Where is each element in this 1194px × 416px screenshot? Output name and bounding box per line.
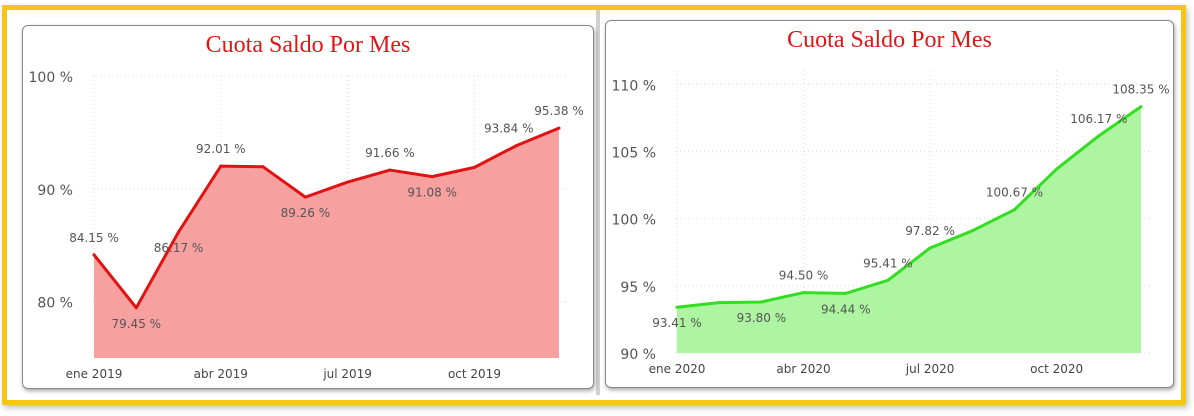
data-label: 94.44 % [821,302,871,316]
data-point [388,168,392,172]
data-label: 84.15 % [69,231,119,245]
x-tick-label: ene 2020 [649,362,706,376]
data-point [134,306,138,310]
data-point [717,301,721,305]
x-tick-label: oct 2020 [1030,362,1083,376]
data-label: 79.45 % [111,317,161,331]
data-point [1055,167,1059,171]
data-point [928,246,932,250]
data-label: 93.80 % [737,311,787,325]
data-point [1139,105,1143,109]
y-tick-label: 80 % [37,296,73,312]
data-label: 91.66 % [365,146,415,160]
data-point [515,143,519,147]
area-chart-2020: 90 % 95 % 100 % 105 % 110 % ene 2020 abr 2020 j… [612,71,1170,376]
data-label: 93.41 % [652,316,702,330]
data-point [1012,208,1016,212]
x-tick-label: abr 2019 [194,367,248,381]
data-label: 91.08 % [407,186,457,200]
data-label: 86.17 % [154,241,204,255]
data-point [303,195,307,199]
data-point [844,291,848,295]
x-tick-label: jul 2020 [905,362,955,376]
data-label: 89.26 % [281,206,331,220]
data-label: 100.67 % [986,186,1043,200]
data-point [219,164,223,168]
y-tick-label: 105 % [612,146,656,162]
y-tick-label: 100 % [29,70,73,86]
data-point [177,230,181,234]
chart-card-2019: Cuota Saldo Por Mes 80 % 90 % 100 % ene 201… [22,25,594,389]
data-point [92,253,96,257]
data-label: 93.84 % [484,121,534,135]
data-point [886,278,890,282]
data-point [346,180,350,184]
data-label: 97.82 % [905,224,955,238]
y-tick-label: 90 % [620,347,656,363]
data-point [970,229,974,233]
y-tick-label: 95 % [620,280,656,296]
data-point [261,165,265,169]
chart-card-2020: Cuota Saldo Por Mes 90 % 95 % 100 % 105 % 11… [605,20,1174,388]
data-label: 95.41 % [863,256,913,270]
y-tick-label: 100 % [612,213,656,229]
x-tick-label: abr 2020 [776,362,830,376]
data-point [1097,134,1101,138]
y-tick-label: 90 % [37,183,73,199]
data-point [675,305,679,309]
data-point [802,291,806,295]
data-label: 92.01 % [196,142,246,156]
y-tick-label: 110 % [612,78,656,94]
data-label: 95.38 % [534,104,584,118]
x-tick-label: oct 2019 [448,367,501,381]
data-label: 108.35 % [1112,83,1169,97]
area-chart-2019: 80 % 90 % 100 % ene 2019 abr 2019 jul 2019 oct… [29,70,584,381]
data-point [430,175,434,179]
data-point [759,300,763,304]
x-tick-label: jul 2019 [322,367,372,381]
x-tick-label: ene 2019 [66,367,123,381]
panel-divider [596,10,600,395]
data-label: 94.50 % [779,269,829,283]
data-point [557,126,561,130]
data-label: 106.17 % [1070,112,1127,126]
data-point [472,165,476,169]
